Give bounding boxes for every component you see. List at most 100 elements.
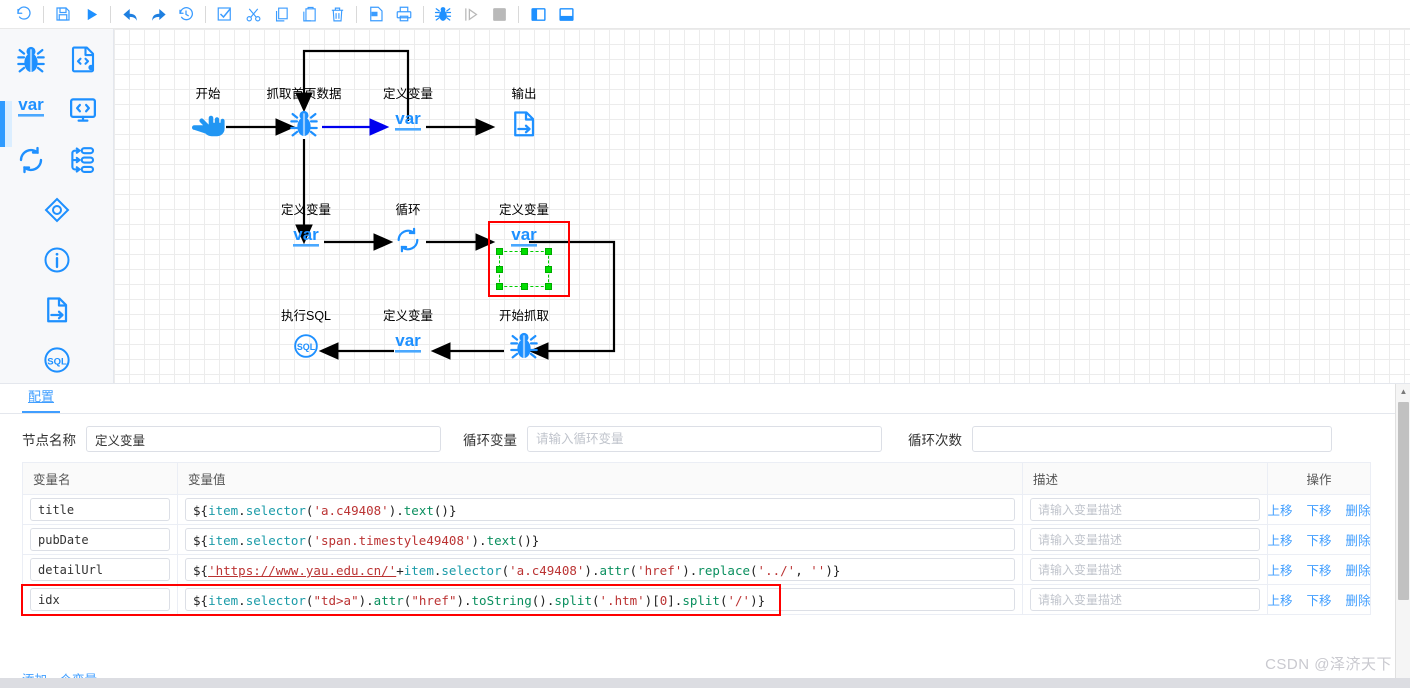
palette-item-output[interactable] — [38, 293, 76, 331]
copy-button[interactable] — [267, 1, 295, 27]
step-back-button[interactable] — [116, 1, 144, 27]
variable-description-cell — [1022, 554, 1268, 585]
palette-item-flow[interactable] — [64, 143, 102, 181]
palette-item-crawler[interactable] — [12, 43, 50, 81]
canvas-node-start-fetch[interactable]: 开始抓取 — [492, 309, 556, 366]
scroll-up-arrow-icon[interactable]: ▲ — [1396, 384, 1410, 399]
step-forward-button[interactable] — [144, 1, 172, 27]
canvas-node-output[interactable]: 输出 — [492, 87, 556, 144]
variable-actions-cell: 上移 下移 删除 — [1267, 494, 1371, 525]
palette-item-code-monitor[interactable] — [64, 93, 102, 131]
node-label: 定义变量 — [498, 203, 549, 217]
node-label: 输出 — [511, 87, 537, 101]
variable-name-input[interactable] — [30, 588, 170, 611]
toolbar-separator — [356, 5, 357, 23]
variable-value-input[interactable]: ${'https://www.yau.edu.cn/'+item.selecto… — [185, 558, 1015, 581]
step-run-button[interactable] — [457, 1, 485, 27]
variable-name-input[interactable] — [30, 528, 170, 551]
toggle-bottom-panel-button[interactable] — [552, 1, 580, 27]
print-button[interactable] — [390, 1, 418, 27]
canvas-node-loop[interactable]: 循环 — [376, 203, 440, 260]
palette-item-condition[interactable] — [38, 193, 76, 231]
table-row: ${item.selector('span.timestyle49408').t… — [22, 524, 1371, 555]
palette-item-variable[interactable]: var — [12, 93, 50, 131]
save-button[interactable] — [49, 1, 77, 27]
config-vertical-scrollbar[interactable]: ▲ ▼ — [1395, 384, 1410, 688]
bug-icon — [15, 44, 47, 81]
canvas-node-define-var-2[interactable]: 定义变量 var — [274, 203, 338, 260]
paste-button[interactable] — [295, 1, 323, 27]
move-down-link[interactable]: 下移 — [1300, 560, 1339, 579]
undo-button[interactable] — [10, 1, 38, 27]
scrollbar-thumb[interactable] — [1398, 402, 1409, 600]
move-down-link[interactable]: 下移 — [1300, 590, 1339, 609]
move-up-link[interactable]: 上移 — [1260, 560, 1299, 579]
debug-button[interactable] — [429, 1, 457, 27]
palette-item-loop[interactable] — [12, 143, 50, 181]
variable-description-input[interactable] — [1030, 588, 1260, 611]
tab-config[interactable]: 配置 — [22, 386, 61, 413]
variable-description-input[interactable] — [1030, 528, 1260, 551]
palette-row — [0, 193, 113, 231]
toolbar-separator — [518, 5, 519, 23]
move-down-link[interactable]: 下移 — [1300, 530, 1339, 549]
variable-value-input[interactable]: ${item.selector("td>a").attr("href").toS… — [185, 588, 1015, 611]
variable-value-input[interactable]: ${item.selector('span.timestyle49408').t… — [185, 528, 1015, 551]
bug-icon — [272, 104, 336, 144]
canvas-content: 开始 抓取首页数据 定义变量 var 输出 定义变量 var 循环 定义变量 v… — [114, 29, 1410, 383]
palette-row: var — [0, 93, 113, 131]
move-down-link[interactable]: 下移 — [1300, 500, 1339, 519]
column-header-actions: 操作 — [1267, 462, 1371, 495]
toolbar-separator — [43, 5, 44, 23]
canvas-node-start[interactable]: 开始 — [176, 87, 240, 144]
toggle-left-panel-button[interactable] — [524, 1, 552, 27]
move-up-link[interactable]: 上移 — [1260, 590, 1299, 609]
canvas-node-exec-sql[interactable]: 执行SQL SQL — [274, 309, 338, 366]
variable-description-input[interactable] — [1030, 498, 1260, 521]
palette-row: SQL — [0, 343, 113, 381]
node-label: 定义变量 — [280, 203, 331, 217]
variable-description-input[interactable] — [1030, 558, 1260, 581]
node-name-input[interactable] — [86, 426, 441, 452]
sql-circle-icon: SQL — [274, 326, 338, 366]
delete-link[interactable]: 删除 — [1339, 560, 1378, 579]
loop-count-input[interactable] — [972, 426, 1332, 452]
variable-value-input[interactable]: ${item.selector('a.c49408').text()} — [185, 498, 1015, 521]
svg-text:var: var — [511, 225, 537, 244]
variable-name-cell — [22, 554, 178, 585]
palette-row — [0, 293, 113, 331]
canvas-node-fetch[interactable]: 抓取首页数据 — [266, 87, 342, 144]
variable-name-cell — [22, 584, 178, 615]
node-resize-dashed-outline — [499, 251, 549, 287]
code-monitor-icon — [68, 95, 98, 130]
select-all-button[interactable] — [211, 1, 239, 27]
svg-text:SQL: SQL — [297, 342, 316, 352]
delete-link[interactable]: 删除 — [1339, 590, 1378, 609]
move-up-link[interactable]: 上移 — [1260, 500, 1299, 519]
flow-canvas[interactable]: 开始 抓取首页数据 定义变量 var 输出 定义变量 var 循环 定义变量 v… — [114, 29, 1410, 383]
variable-name-cell — [22, 524, 178, 555]
table-row: ${item.selector('a.c49408').text()} 上移下移删… — [22, 494, 1371, 525]
delete-button[interactable] — [323, 1, 351, 27]
variable-name-input[interactable] — [30, 558, 170, 581]
export-button[interactable] — [362, 1, 390, 27]
loop-variable-label: 循环变量 — [463, 433, 517, 448]
history-button[interactable] — [172, 1, 200, 27]
palette-item-info[interactable] — [38, 243, 76, 281]
variable-name-input[interactable] — [30, 498, 170, 521]
var-icon: var — [376, 326, 440, 366]
run-button[interactable] — [77, 1, 105, 27]
cut-button[interactable] — [239, 1, 267, 27]
move-up-link[interactable]: 上移 — [1260, 530, 1299, 549]
palette-item-code-file[interactable] — [64, 43, 102, 81]
bug-icon — [492, 326, 556, 366]
canvas-node-define-var-4[interactable]: 定义变量 var — [376, 309, 440, 366]
palette-item-sql[interactable]: SQL — [38, 343, 76, 381]
loop-variable-input[interactable] — [527, 426, 882, 452]
var-icon: var — [11, 93, 51, 132]
stop-button[interactable] — [485, 1, 513, 27]
canvas-node-define-var-1[interactable]: 定义变量 var — [376, 87, 440, 144]
delete-link[interactable]: 删除 — [1339, 500, 1378, 519]
file-export-icon — [492, 104, 556, 144]
delete-link[interactable]: 删除 — [1339, 530, 1378, 549]
